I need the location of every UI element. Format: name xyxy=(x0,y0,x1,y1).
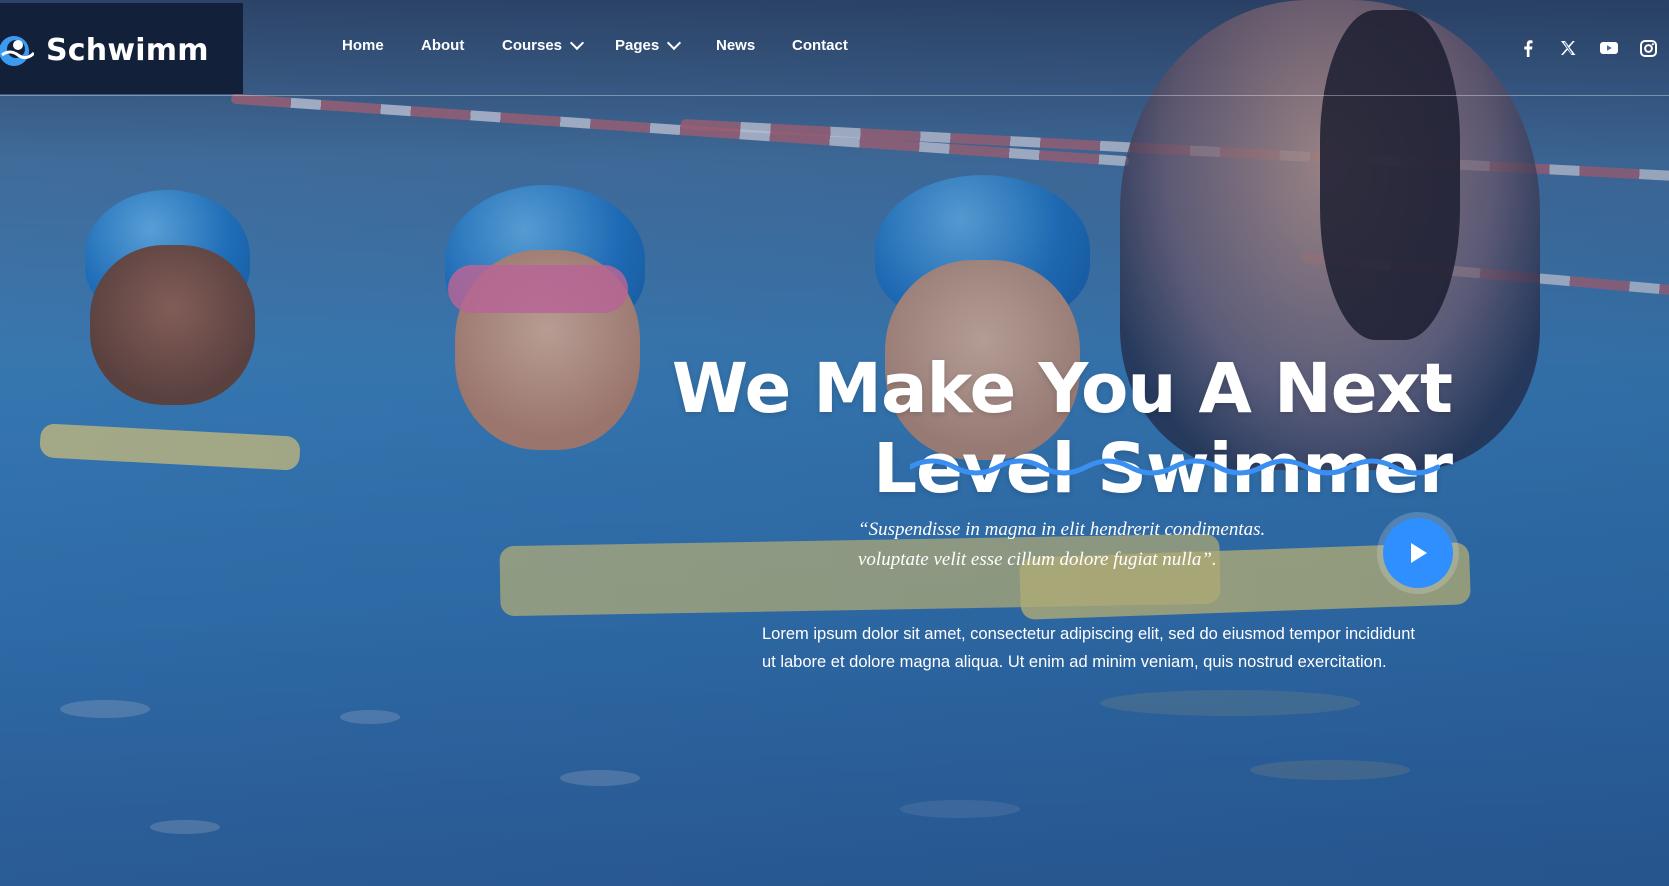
nav-about[interactable]: About xyxy=(421,37,464,54)
hero-description-line2: ut labore et dolore magna aliqua. Ut eni… xyxy=(762,653,1387,671)
hero-quote: “Suspendisse in magna in elit hendrerit … xyxy=(858,515,1358,575)
site-header: Schwimm Home About Courses Pages News Co… xyxy=(0,0,1669,96)
brand-logo-link[interactable]: Schwimm xyxy=(0,3,243,94)
hero-headline-line1: We Make You A Next xyxy=(671,349,1453,430)
hero-description: Lorem ipsum dolor sit amet, consectetur … xyxy=(762,620,1462,676)
nav-contact-label: Contact xyxy=(792,37,848,54)
nav-courses-label: Courses xyxy=(502,37,563,54)
youtube-icon[interactable] xyxy=(1598,38,1620,58)
swim-wave-logo-icon xyxy=(0,29,36,69)
hero-quote-line2: voluptate velit esse cillum dolore fugia… xyxy=(858,549,1217,570)
chevron-down-icon xyxy=(569,35,585,51)
hero-quote-line1: “Suspendisse in magna in elit hendrerit … xyxy=(858,519,1266,540)
hero-description-line1: Lorem ipsum dolor sit amet, consectetur … xyxy=(762,625,1415,643)
nav-home[interactable]: Home xyxy=(342,37,384,54)
brand-name: Schwimm xyxy=(46,33,209,68)
nav-news[interactable]: News xyxy=(716,37,755,54)
nav-contact[interactable]: Contact xyxy=(792,37,848,54)
wave-underline-decoration xyxy=(907,453,1441,484)
chevron-down-icon xyxy=(667,35,682,51)
play-video-button[interactable] xyxy=(1383,518,1453,588)
nav-home-label: Home xyxy=(342,37,384,54)
play-icon xyxy=(1411,543,1427,563)
nav-pages-label: Pages xyxy=(615,37,660,54)
nav-pages[interactable]: Pages xyxy=(615,35,682,54)
hero-headline: We Make You A Next Level Swimmer xyxy=(552,349,1453,509)
nav-courses[interactable]: Courses xyxy=(502,35,585,54)
nav-news-label: News xyxy=(716,37,756,54)
facebook-icon[interactable] xyxy=(1518,38,1538,58)
nav-about-label: About xyxy=(421,37,465,54)
x-twitter-icon[interactable] xyxy=(1558,38,1578,58)
instagram-icon[interactable] xyxy=(1638,38,1658,58)
